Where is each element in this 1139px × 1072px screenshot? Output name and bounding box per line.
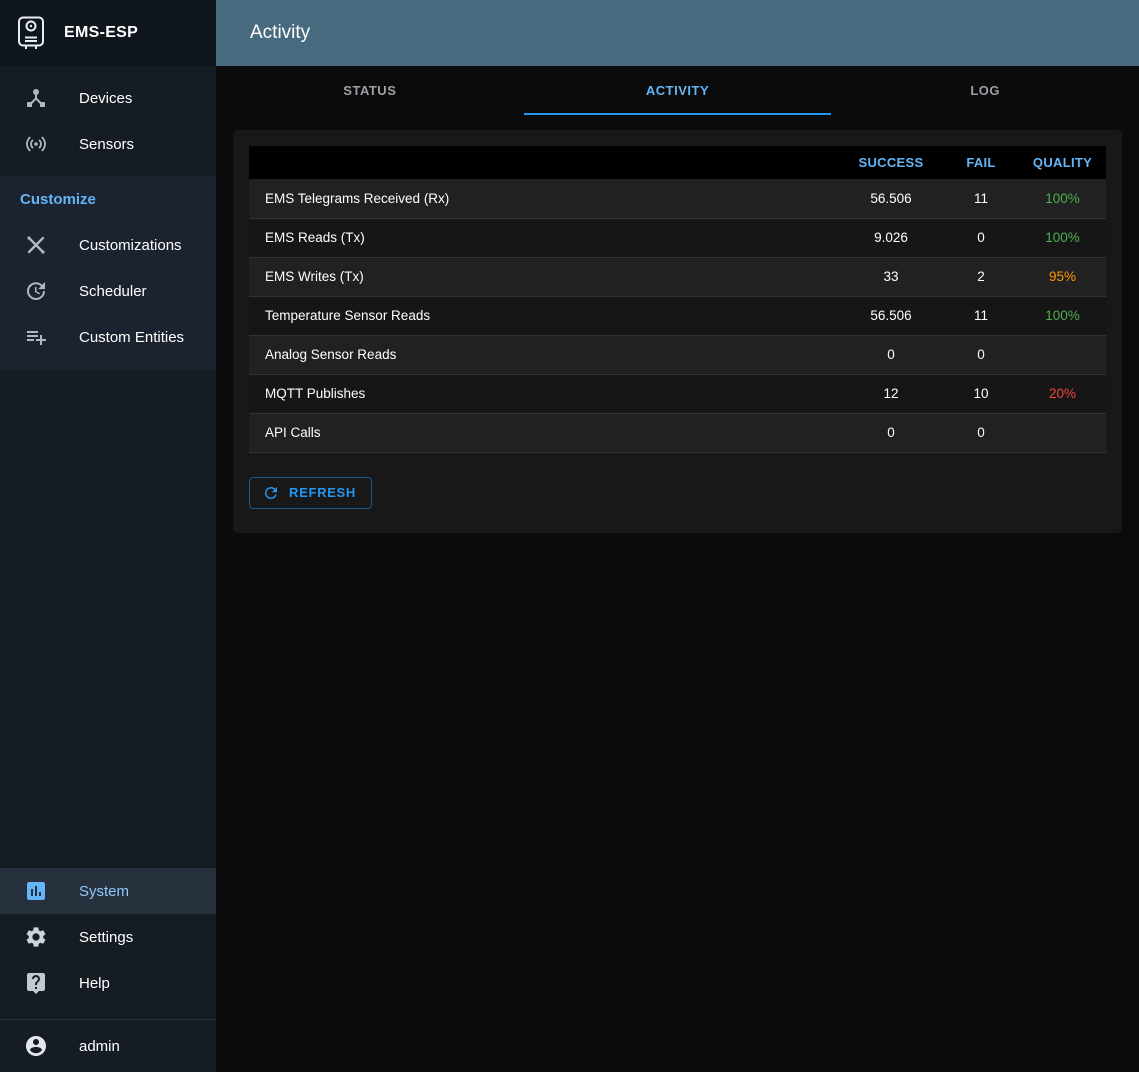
- account-icon: [24, 1034, 48, 1058]
- quality-value: 100%: [1026, 218, 1106, 257]
- row-name: MQTT Publishes: [249, 374, 846, 413]
- refresh-button-label: REFRESH: [289, 485, 356, 500]
- sidebar-item-label: Customizations: [79, 237, 182, 254]
- table-row: MQTT Publishes 12 10 20%: [249, 374, 1106, 413]
- sidebar-item-help[interactable]: Help: [0, 960, 216, 1006]
- sidebar-item-label: Devices: [79, 90, 132, 107]
- main-area: Activity STATUS ACTIVITY LOG SUCCESS FA: [216, 0, 1139, 1072]
- devices-icon: [24, 86, 48, 110]
- fail-header: FAIL: [936, 146, 1026, 179]
- row-name: Temperature Sensor Reads: [249, 296, 846, 335]
- customizations-icon: [24, 233, 48, 257]
- sidebar: EMS-ESP Devices Se: [0, 0, 216, 1072]
- sidebar-item-customizations[interactable]: Customizations: [0, 222, 216, 268]
- sidebar-item-label: Sensors: [79, 136, 134, 153]
- quality-value: [1026, 335, 1106, 374]
- tab-log[interactable]: LOG: [831, 66, 1139, 115]
- sidebar-item-label: Custom Entities: [79, 329, 184, 346]
- table-row: EMS Telegrams Received (Rx) 56.506 11 10…: [249, 179, 1106, 218]
- success-value: 0: [846, 413, 936, 452]
- quality-value: 100%: [1026, 179, 1106, 218]
- quality-value: 100%: [1026, 296, 1106, 335]
- tab-status[interactable]: STATUS: [216, 66, 524, 115]
- table-header-row: SUCCESS FAIL QUALITY: [249, 146, 1106, 179]
- tab-bar: STATUS ACTIVITY LOG: [216, 66, 1139, 115]
- custom-entities-icon: [24, 325, 48, 349]
- sidebar-customize-section: Customize Customizations Scheduler: [0, 176, 216, 370]
- sidebar-nav-top: Devices Sensors: [0, 66, 216, 167]
- customize-section-heading: Customize: [0, 176, 216, 222]
- sidebar-nav-bottom: System Settings Help: [0, 868, 216, 1019]
- sidebar-item-devices[interactable]: Devices: [0, 75, 216, 121]
- table-row: Analog Sensor Reads 0 0: [249, 335, 1106, 374]
- sidebar-header: EMS-ESP: [0, 0, 216, 66]
- settings-icon: [24, 925, 48, 949]
- success-header: SUCCESS: [846, 146, 936, 179]
- fail-value: 11: [936, 179, 1026, 218]
- sidebar-item-label: System: [79, 883, 129, 900]
- quality-header: QUALITY: [1026, 146, 1106, 179]
- help-icon: [24, 971, 48, 995]
- app-window: EMS-ESP Devices Se: [0, 0, 1139, 1072]
- success-value: 56.506: [846, 296, 936, 335]
- success-value: 0: [846, 335, 936, 374]
- sidebar-item-label: Scheduler: [79, 283, 147, 300]
- quality-value: 95%: [1026, 257, 1106, 296]
- tab-activity[interactable]: ACTIVITY: [524, 66, 832, 115]
- sensors-icon: [24, 132, 48, 156]
- user-menu-admin[interactable]: admin: [0, 1020, 216, 1072]
- scheduler-icon: [24, 279, 48, 303]
- tab-indicator: [524, 113, 832, 115]
- row-name: EMS Reads (Tx): [249, 218, 846, 257]
- refresh-button[interactable]: REFRESH: [249, 477, 372, 509]
- table-row: EMS Reads (Tx) 9.026 0 100%: [249, 218, 1106, 257]
- page-title: Activity: [250, 22, 310, 44]
- success-value: 12: [846, 374, 936, 413]
- tab-label: STATUS: [343, 83, 396, 98]
- activity-table: SUCCESS FAIL QUALITY EMS Telegrams Recei…: [249, 146, 1106, 453]
- row-name: API Calls: [249, 413, 846, 452]
- app-bar: Activity: [216, 0, 1139, 66]
- fail-value: 0: [936, 218, 1026, 257]
- sidebar-item-scheduler[interactable]: Scheduler: [0, 268, 216, 314]
- fail-value: 2: [936, 257, 1026, 296]
- sidebar-item-label: Help: [79, 975, 110, 992]
- success-value: 9.026: [846, 218, 936, 257]
- row-name: Analog Sensor Reads: [249, 335, 846, 374]
- fail-value: 0: [936, 335, 1026, 374]
- row-name: EMS Writes (Tx): [249, 257, 846, 296]
- sidebar-item-sensors[interactable]: Sensors: [0, 121, 216, 167]
- table-row: EMS Writes (Tx) 33 2 95%: [249, 257, 1106, 296]
- sidebar-item-settings[interactable]: Settings: [0, 914, 216, 960]
- app-name: EMS-ESP: [64, 24, 138, 42]
- tab-label: LOG: [970, 83, 1000, 98]
- success-value: 56.506: [846, 179, 936, 218]
- quality-value: 20%: [1026, 374, 1106, 413]
- tab-label: ACTIVITY: [646, 83, 709, 98]
- success-value: 33: [846, 257, 936, 296]
- table-row: Temperature Sensor Reads 56.506 11 100%: [249, 296, 1106, 335]
- sidebar-item-custom-entities[interactable]: Custom Entities: [0, 314, 216, 360]
- sidebar-item-label: Settings: [79, 929, 133, 946]
- fail-value: 10: [936, 374, 1026, 413]
- table-row: API Calls 0 0: [249, 413, 1106, 452]
- user-name: admin: [79, 1038, 120, 1055]
- activity-card: SUCCESS FAIL QUALITY EMS Telegrams Recei…: [233, 130, 1122, 533]
- refresh-icon: [262, 484, 280, 502]
- fail-value: 11: [936, 296, 1026, 335]
- system-icon: [24, 879, 48, 903]
- app-logo-icon: [16, 16, 46, 50]
- fail-value: 0: [936, 413, 1026, 452]
- name-header: [249, 146, 846, 179]
- row-name: EMS Telegrams Received (Rx): [249, 179, 846, 218]
- quality-value: [1026, 413, 1106, 452]
- sidebar-item-system[interactable]: System: [0, 868, 216, 914]
